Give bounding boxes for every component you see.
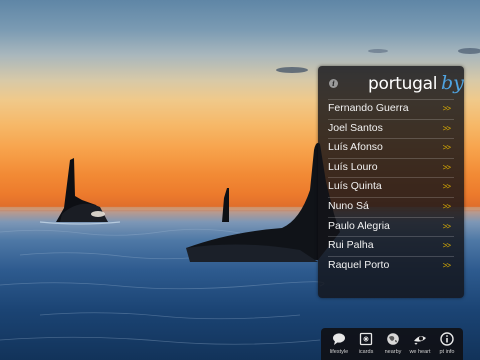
list-item[interactable]: Rui Palha >> xyxy=(328,236,454,256)
logo-text: portugal xyxy=(368,74,438,94)
tab-pt-info[interactable]: pt info xyxy=(434,328,460,360)
panel-header: i portugal by xyxy=(318,66,464,99)
tab-label: pt info xyxy=(439,349,455,355)
photographer-name: Joel Santos xyxy=(328,121,383,134)
info-icon[interactable]: i xyxy=(329,79,338,88)
photographer-name: Luís Quinta xyxy=(328,180,382,193)
card-icon xyxy=(359,332,373,346)
double-chevron-right-icon: >> xyxy=(442,104,451,113)
list-item[interactable]: Luís Afonso >> xyxy=(328,138,454,158)
double-chevron-right-icon: >> xyxy=(442,201,451,211)
double-chevron-right-icon: >> xyxy=(442,260,451,270)
photographer-name: Raquel Porto xyxy=(328,258,390,271)
tab-nearby[interactable]: nearby xyxy=(380,328,406,360)
list-item[interactable]: Joel Santos >> xyxy=(328,118,454,139)
photographer-list: Fernando Guerra >> Joel Santos >> Luís A… xyxy=(318,99,464,275)
tab-icards[interactable]: icards xyxy=(353,328,379,360)
double-chevron-right-icon: >> xyxy=(442,123,451,133)
photographer-name: Luís Louro xyxy=(328,160,378,173)
list-item[interactable]: Luís Louro >> xyxy=(328,157,454,178)
logo-by-text: by xyxy=(441,72,464,94)
photographer-name: Paulo Alegria xyxy=(328,219,390,232)
tab-lifestyle[interactable]: lifestyle xyxy=(326,328,352,360)
photographer-name: Rui Palha xyxy=(328,239,374,252)
list-item[interactable]: Fernando Guerra >> xyxy=(328,99,454,119)
speech-bubble-icon xyxy=(333,333,345,345)
list-item[interactable]: Raquel Porto >> xyxy=(328,255,454,276)
photographers-panel: i portugal by Fernando Guerra >> Joel Sa… xyxy=(318,66,464,298)
eye-heart-icon xyxy=(414,336,426,345)
photographer-name: Luís Afonso xyxy=(328,141,383,154)
photographer-name: Fernando Guerra xyxy=(328,102,409,114)
tab-we-heart[interactable]: we heart xyxy=(407,328,433,360)
info-icon xyxy=(440,332,454,346)
double-chevron-right-icon: >> xyxy=(442,182,451,192)
double-chevron-right-icon: >> xyxy=(442,241,451,251)
double-chevron-right-icon: >> xyxy=(442,143,451,153)
bottom-toolbar: lifestyle icards nearby we heart pt info xyxy=(321,328,463,360)
list-item[interactable]: Luís Quinta >> xyxy=(328,177,454,197)
double-chevron-right-icon: >> xyxy=(442,221,451,231)
globe-icon xyxy=(387,333,399,345)
list-item[interactable]: Nuno Sá >> xyxy=(328,196,454,217)
list-item[interactable]: Paulo Alegria >> xyxy=(328,216,454,237)
double-chevron-right-icon: >> xyxy=(442,162,451,172)
photographer-name: Nuno Sá xyxy=(328,199,369,212)
